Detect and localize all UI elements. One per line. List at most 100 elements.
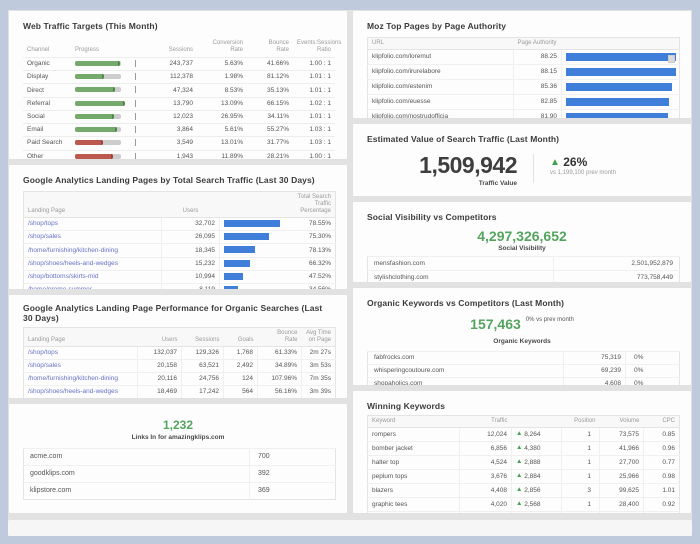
conversion-value: 13.09% <box>197 97 247 110</box>
scrollbar-thumb[interactable] <box>668 55 675 63</box>
table-row: blazers 4,408 ▲ 2,856 3 99,625 1.01 <box>368 484 680 498</box>
col-bounce-rate: Bounce Rate <box>258 328 302 347</box>
moz-top-pages-panel: Moz Top Pages by Page Authority URL Page… <box>352 10 692 119</box>
table-header-row: URL Page Authority <box>368 38 680 50</box>
sessions-value: 24,756 <box>182 373 224 386</box>
progress-cell <box>71 150 147 160</box>
keyword-label: blazers <box>368 484 460 498</box>
landing-page-link[interactable]: /home/promo-summer <box>28 286 92 290</box>
target-tick <box>135 139 136 146</box>
count-value: 773,758,449 <box>554 271 680 284</box>
domain-label: fabfrocks.com <box>368 352 564 365</box>
conversion-value: 13.01% <box>197 137 247 150</box>
bounce-value: 89.92% <box>258 399 302 400</box>
table-row: denim skirt 2,496 ▲ 1,716 1 15,383 1.64 <box>368 512 680 515</box>
domain-label: mensfashion.com <box>368 257 554 271</box>
organic-keywords-label: Organic Keywords <box>353 338 691 345</box>
sessions-value: 3,549 <box>147 137 197 150</box>
table-row: /home/furnishing/kitchen-dining 18,345 7… <box>24 244 336 257</box>
ratio-value: 1.01 : 1 <box>293 84 335 97</box>
traffic-change-cell: ▲ 2,888 <box>512 456 562 470</box>
table-row: /home/promo-summer 8,119 34.56% <box>24 284 336 290</box>
page-authority-bar <box>566 68 676 76</box>
avg-time-value: 3m 53s <box>302 360 336 373</box>
domain-label: shopaholics.com <box>368 378 564 387</box>
progress-bar <box>75 61 120 66</box>
landing-page-cell: /shop/bottoms/skirts-mid <box>24 399 138 400</box>
bounce-value: 107.96% <box>258 373 302 386</box>
landing-page-cell: /shop/tops <box>24 218 162 231</box>
volume-value: 27,700 <box>600 456 644 470</box>
up-triangle-icon: ▲ <box>516 444 522 451</box>
sessions-value: 112,378 <box>147 71 197 84</box>
goals-value: 2,492 <box>224 360 258 373</box>
channel-label: Social <box>23 110 71 123</box>
landing-page-link[interactable]: /shop/tops <box>28 220 58 227</box>
conversion-value: 8.53% <box>197 84 247 97</box>
landing-page-link[interactable]: /shop/shoes/heels-and-wedges <box>28 388 118 395</box>
landing-page-link[interactable]: /home/furnishing/kitchen-dining <box>28 375 118 382</box>
volume-value: 28,400 <box>600 498 644 512</box>
traffic-change-cell: ▲ 2,856 <box>512 484 562 498</box>
col-channel: Channel <box>23 37 71 58</box>
moz-table: URL Page Authority klipfolio.com/loremut… <box>367 37 680 119</box>
landing-page-link[interactable]: /shop/tops <box>28 349 58 356</box>
landing-page-cell: /shop/sales <box>24 231 162 244</box>
page-authority-value: 82.85 <box>514 95 562 110</box>
panel-title: Google Analytics Landing Pages by Total … <box>9 165 347 191</box>
traffic-value-label: Traffic Value <box>367 180 517 187</box>
count-value: 75,319 <box>564 352 626 365</box>
landing-pages-table: Landing Page Users Total Search Traffic … <box>23 191 336 290</box>
progress-cell <box>71 84 147 97</box>
traffic-change-value: 2,568 <box>524 501 540 508</box>
landing-page-link[interactable]: /shop/bottoms/skirts-mid <box>28 273 98 280</box>
users-bar <box>224 260 250 267</box>
landing-page-link[interactable]: /home/furnishing/kitchen-dining <box>28 247 118 254</box>
col-users: Users <box>138 328 182 347</box>
page-authority-bar <box>566 98 669 106</box>
traffic-change-cell: ▲ 8,264 <box>512 428 562 442</box>
table-row: /shop/sales 20,158 63,521 2,492 34.89% 3… <box>24 360 336 373</box>
traffic-change-value: 2,888 <box>524 459 540 466</box>
users-value: 8,119 <box>162 284 220 290</box>
channel-label: Display <box>23 71 71 84</box>
web-traffic-table: Channel Progress Sessions Conversion Rat… <box>23 37 335 160</box>
traffic-value: 4,408 <box>460 484 512 498</box>
up-triangle-icon: ▲ <box>516 500 522 507</box>
domain-label: whisperingcoutoure.com <box>368 365 564 378</box>
col-progress: Progress <box>71 37 147 58</box>
social-visibility-label: Social Visibility <box>353 245 691 252</box>
landing-page-cell: /shop/shoes/heels-and-wedges <box>24 257 162 270</box>
progress-bar <box>75 140 103 145</box>
url-label: klipfolio.com/estenim <box>368 80 514 95</box>
bounce-value: 66.15% <box>247 97 293 110</box>
landing-page-link[interactable]: /shop/sales <box>28 362 61 369</box>
col-landing-page: Landing Page <box>24 192 162 218</box>
col-keyword: Keyword <box>368 416 460 428</box>
bounce-value: 34.11% <box>247 110 293 123</box>
traffic-change-value: 4,380 <box>524 445 540 452</box>
url-label: klipfolio.com/euesse <box>368 95 514 110</box>
panel-title: Winning Keywords <box>353 391 691 415</box>
col-total-search-traffic-pct: Total Search Traffic Percentage <box>286 192 336 218</box>
progress-track <box>75 140 121 145</box>
table-row: halter top 4,524 ▲ 2,888 1 27,700 0.77 <box>368 456 680 470</box>
ratio-value: 1.00 : 1 <box>293 150 335 160</box>
url-label: klipfolio.com/loremut <box>368 50 514 65</box>
keyword-label: peplum tops <box>368 470 460 484</box>
landing-page-link[interactable]: /shop/sales <box>28 233 61 240</box>
up-triangle-icon: ▲ <box>550 157 560 168</box>
col-goals: Goals <box>224 328 258 347</box>
page-authority-value: 88.25 <box>514 50 562 65</box>
table-row: rompers 12,024 ▲ 8,264 1 73,575 0.85 <box>368 428 680 442</box>
landing-page-link[interactable]: /shop/shoes/heels-and-wedges <box>28 260 118 267</box>
col-page-authority: Page Authority <box>514 38 680 50</box>
up-triangle-icon: ▲ <box>516 472 522 479</box>
cpc-value: 0.98 <box>644 470 680 484</box>
position-value: 1 <box>562 456 600 470</box>
cpc-value: 0.96 <box>644 442 680 456</box>
landing-page-cell: /home/promo-summer <box>24 284 162 290</box>
progress-track <box>75 74 121 79</box>
channel-label: Email <box>23 124 71 137</box>
position-value: 3 <box>562 484 600 498</box>
